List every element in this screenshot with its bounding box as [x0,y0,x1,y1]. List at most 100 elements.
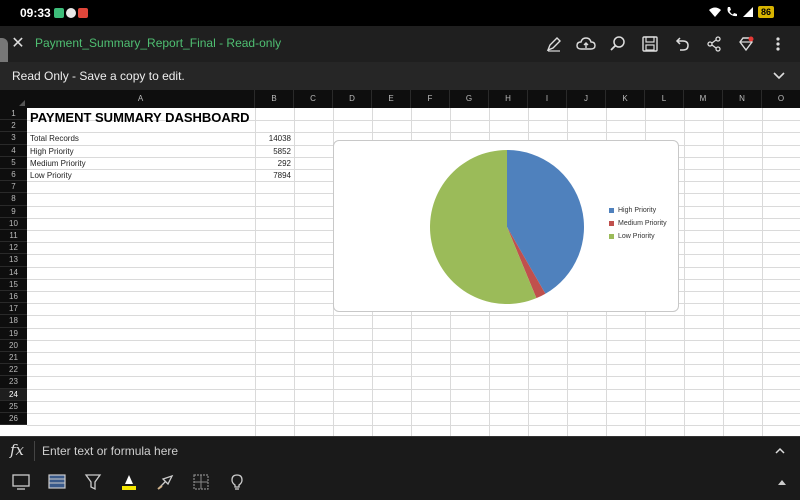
row-header-13[interactable]: 13 [0,254,27,267]
summary-label-cell[interactable]: Total Records [30,134,79,143]
premium-diamond-icon[interactable] [734,32,758,56]
wifi-icon [708,7,721,17]
format-painter-icon[interactable] [154,471,176,493]
document-title: Payment_Summary_Report_Final - Read-only [35,36,282,50]
row-header-21[interactable]: 21 [0,352,27,365]
legend-label: High Priority [618,207,657,214]
summary-value-cell[interactable]: 5852 [255,147,291,156]
cloud-upload-icon[interactable] [574,32,598,56]
read-only-message: Read Only - Save a copy to edit. [12,69,185,83]
summary-label-cell[interactable]: High Priority [30,147,74,156]
select-all-corner[interactable] [0,90,27,108]
gridline-horizontal [27,315,800,317]
row-header-14[interactable]: 14 [0,266,27,279]
undo-icon[interactable] [670,32,694,56]
row-header-7[interactable]: 7 [0,181,27,194]
spreadsheet-grid[interactable]: ABCDEFGHIJKLMNO 1 2 3 4 5 6 7 8 9 10 11 12 13 14 15 16 1… [0,90,800,436]
gridline-horizontal [27,327,800,329]
signal-icon [742,7,753,17]
column-header-b[interactable]: B [255,90,294,108]
row-header-5[interactable]: 5 [0,156,27,169]
summary-label-cell[interactable]: Medium Priority [30,159,86,168]
row-header-22[interactable]: 22 [0,364,27,377]
row-header-12[interactable]: 12 [0,242,27,255]
gridline-horizontal [27,339,800,341]
draw-pen-icon[interactable] [542,32,566,56]
expand-up-icon[interactable] [776,476,788,488]
function-fx-icon[interactable]: fx [10,441,24,459]
legend-item: Medium Priority [609,220,667,227]
legend-item: High Priority [609,207,667,214]
column-header-o[interactable]: O [762,90,800,108]
row-header-25[interactable]: 25 [0,400,27,413]
close-icon[interactable]: ✕ [8,34,28,54]
search-icon[interactable] [606,32,630,56]
filter-icon[interactable] [82,471,104,493]
chevron-up-icon[interactable] [774,445,786,457]
row-header-24[interactable]: 24 [0,388,27,401]
slideshow-view-icon[interactable] [10,471,32,493]
summary-label-cell[interactable]: Low Priority [30,171,72,180]
status-bar: 09:33 86 [0,0,800,26]
save-icon[interactable] [638,32,662,56]
row-header-17[interactable]: 17 [0,303,27,316]
pie-chart[interactable]: High Priority Medium Priority Low Priority [333,140,679,312]
gridline-horizontal [27,413,800,414]
column-header-k[interactable]: K [606,90,645,108]
formula-bar: fx [0,436,800,464]
column-header-c[interactable]: C [294,90,333,108]
more-options-icon[interactable] [766,32,790,56]
app-header: ✕ Payment_Summary_Report_Final - Read-on… [0,26,800,68]
gridline-horizontal [27,376,800,378]
call-icon [727,7,737,17]
notification-app-icon [54,8,64,18]
formula-input[interactable] [42,443,742,459]
row-header-1[interactable]: 1 [0,108,27,121]
legend-label: Medium Priority [618,220,667,227]
row-header-19[interactable]: 19 [0,327,27,340]
row-header-2[interactable]: 2 [0,120,27,133]
status-time: 09:33 [20,6,51,20]
chevron-down-icon[interactable] [772,68,786,82]
table-borders-icon[interactable] [190,471,212,493]
summary-value-cell[interactable]: 7894 [255,171,291,180]
summary-value-cell[interactable]: 292 [255,159,291,168]
row-header-3[interactable]: 3 [0,132,27,145]
sheet-view-icon[interactable] [46,471,68,493]
row-header-23[interactable]: 23 [0,376,27,389]
highlight-fill-icon[interactable] [118,471,140,493]
row-header-15[interactable]: 15 [0,278,27,291]
column-header-m[interactable]: M [684,90,723,108]
legend-swatch [609,208,614,213]
row-header-8[interactable]: 8 [0,193,27,206]
summary-value-cell[interactable]: 14038 [255,134,291,143]
column-header-i[interactable]: I [528,90,567,108]
column-header-d[interactable]: D [333,90,372,108]
sheet-title-cell[interactable]: PAYMENT SUMMARY DASHBOARD [30,110,250,125]
column-header-g[interactable]: G [450,90,489,108]
column-header-n[interactable]: N [723,90,762,108]
row-header-4[interactable]: 4 [0,144,27,157]
column-header-e[interactable]: E [372,90,411,108]
column-header-a[interactable]: A [27,90,255,108]
column-header-j[interactable]: J [567,90,606,108]
lightbulb-idea-icon[interactable] [226,471,248,493]
bottom-toolbar [0,464,800,500]
row-header-9[interactable]: 9 [0,205,27,218]
row-header-11[interactable]: 11 [0,230,27,243]
row-header-6[interactable]: 6 [0,169,27,182]
column-header-f[interactable]: F [411,90,450,108]
read-only-banner: Read Only - Save a copy to edit. [0,62,800,90]
row-header-26[interactable]: 26 [0,413,27,426]
row-header-18[interactable]: 18 [0,315,27,328]
column-header-h[interactable]: H [489,90,528,108]
column-header-l[interactable]: L [645,90,684,108]
battery-level: 86 [757,6,774,18]
notification-v-icon [78,8,88,18]
row-header-10[interactable]: 10 [0,217,27,230]
legend-item: Low Priority [609,233,667,240]
legend-swatch [609,234,614,239]
row-header-20[interactable]: 20 [0,339,27,352]
row-header-16[interactable]: 16 [0,291,27,304]
share-icon[interactable] [702,32,726,56]
